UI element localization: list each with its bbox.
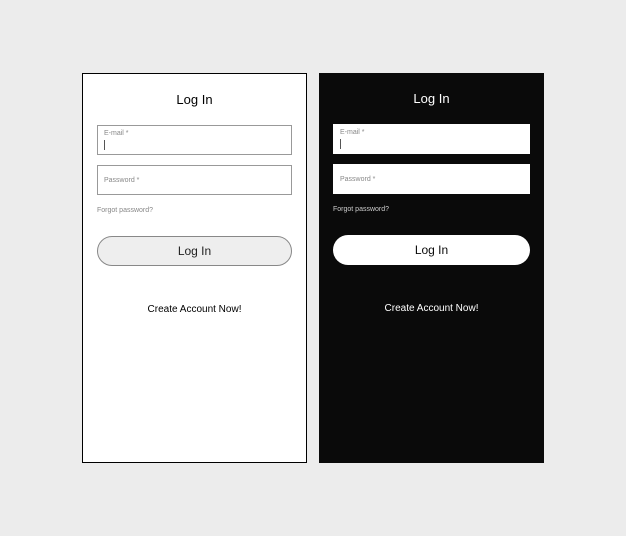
email-field[interactable]: E-mail *: [97, 125, 292, 155]
login-title: Log In: [333, 91, 530, 106]
password-label: Password *: [104, 177, 285, 184]
text-cursor-icon: [340, 139, 341, 149]
email-field[interactable]: E-mail *: [333, 124, 530, 154]
login-panel-dark: Log In E-mail * Password * Forgot passwo…: [319, 73, 544, 463]
login-title: Log In: [97, 92, 292, 107]
create-account-link[interactable]: Create Account Now!: [97, 304, 292, 315]
forgot-password-link[interactable]: Forgot password?: [97, 207, 292, 214]
password-field[interactable]: Password *: [97, 165, 292, 195]
login-panel-light: Log In E-mail * Password * Forgot passwo…: [82, 73, 307, 463]
login-button-label: Log In: [178, 244, 211, 258]
login-button-label: Log In: [415, 243, 448, 257]
password-field[interactable]: Password *: [333, 164, 530, 194]
email-label: E-mail *: [104, 130, 129, 137]
create-account-link[interactable]: Create Account Now!: [333, 303, 530, 314]
forgot-password-link[interactable]: Forgot password?: [333, 206, 530, 213]
login-button[interactable]: Log In: [97, 236, 292, 266]
password-label: Password *: [340, 176, 523, 183]
text-cursor-icon: [104, 140, 105, 150]
email-label: E-mail *: [340, 129, 365, 136]
login-button[interactable]: Log In: [333, 235, 530, 265]
